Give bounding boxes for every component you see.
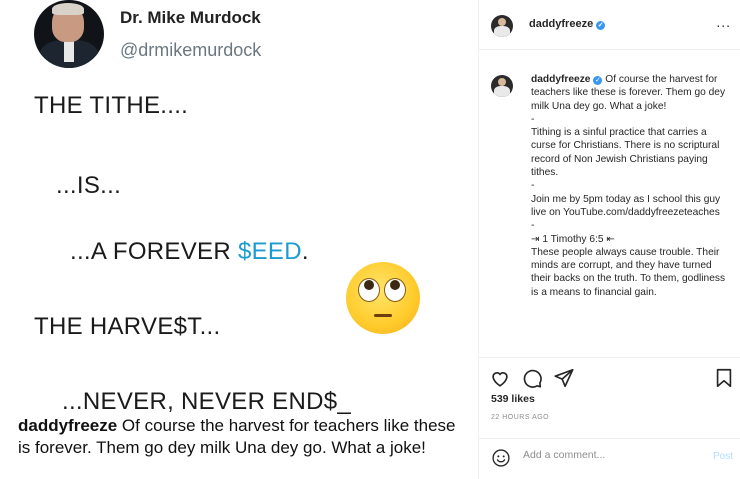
tweet-avatar [34, 0, 104, 68]
heart-icon[interactable] [489, 367, 511, 389]
header-avatar[interactable] [491, 15, 513, 37]
post-comment-button[interactable]: Post [713, 451, 733, 462]
bookmark-icon[interactable] [713, 367, 735, 389]
caption-divider-2: - [531, 180, 535, 192]
caption-divider-1: - [531, 113, 535, 125]
post-actions [479, 365, 740, 391]
post-image[interactable]: Dr. Mike Murdock @drmikemurdock THE TITH… [0, 0, 478, 479]
emoji-picker-icon[interactable] [491, 448, 511, 468]
tweet-line-5: ...NEVER, NEVER END$_ [62, 388, 352, 415]
caption-divider-3: - [531, 220, 535, 232]
tweet-line-2: ...IS... [56, 172, 122, 199]
post-timestamp[interactable]: 22 HOURS AGO [491, 414, 549, 421]
header-username-text[interactable]: daddyfreeze [529, 18, 593, 30]
eye-roll-emoji-icon [346, 262, 420, 334]
more-options-button[interactable]: ... [716, 14, 731, 30]
likes-count[interactable]: 539 likes [491, 393, 535, 405]
tweet-line-1: THE TITHE.... [34, 92, 189, 119]
tweet-line-3-suffix: . [301, 238, 309, 265]
tweet-line-3-prefix: ...A FOREVER [70, 238, 238, 265]
tweet-line-4: THE HARVE$T... [34, 313, 221, 340]
caption-paragraph-5: These people always cause trouble. Their… [531, 246, 726, 298]
tweet-author-name: Dr. Mike Murdock [120, 8, 261, 27]
caption-scripture-ref: ⇥ 1 Timothy 6:5 ⇤ [531, 233, 615, 245]
comment-username[interactable]: daddyfreeze [531, 74, 590, 85]
verified-badge-icon: ✓ [596, 21, 606, 30]
post-sidebar: daddyfreeze ✓ ... daddyfreeze ✓ Of course … [478, 0, 740, 479]
comment-icon[interactable] [521, 367, 543, 389]
caption-paragraph-3: Join me by 5pm today as I school this gu… [531, 193, 721, 218]
image-caption-user: daddyfreeze [18, 416, 118, 435]
add-comment-bar: Post [479, 438, 740, 479]
tweet-line-3: ...A FOREVER $EED. [70, 238, 309, 266]
comment-avatar[interactable] [491, 75, 513, 97]
caption-paragraph-2: Tithing is a sinful practice that carrie… [531, 127, 720, 179]
tweet-author-handle: @drmikemurdock [120, 40, 262, 60]
caption-text: daddyfreeze ✓ Of course the harvest for t… [531, 73, 731, 299]
tweet-seed-word: $EED [237, 238, 302, 265]
post-header: daddyfreeze ✓ ... [479, 0, 740, 50]
caption-comment: daddyfreeze ✓ Of course the harvest for t… [479, 50, 740, 358]
image-caption: daddyfreeze Of course the harvest for te… [18, 415, 463, 459]
share-icon[interactable] [553, 367, 575, 389]
header-username[interactable]: daddyfreeze ✓ [529, 18, 606, 30]
comment-input[interactable] [523, 449, 693, 461]
